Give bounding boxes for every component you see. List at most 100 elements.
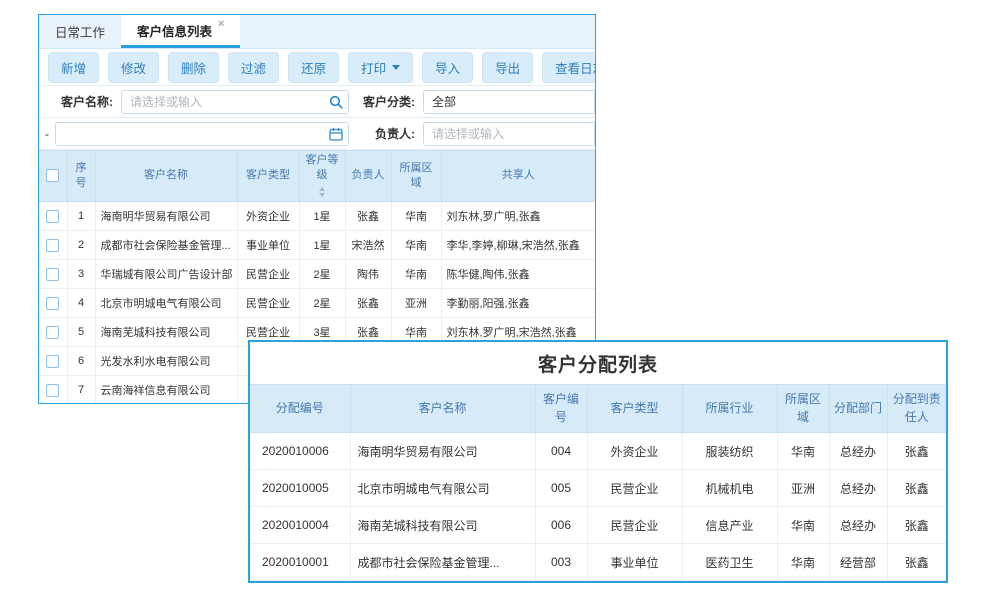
header-customer-name: 客户名称	[350, 385, 535, 433]
header-customer-type: 客户类型	[237, 151, 299, 202]
tab-daily-work[interactable]: 日常工作	[39, 15, 121, 48]
customer-table-row[interactable]: 2 成都市社会保险基金管理... 事业单位 1星 宋浩然 华南 李华,李婷,柳琳…	[39, 231, 595, 260]
tab-label: 客户信息列表	[137, 21, 212, 40]
customer-table-row[interactable]: 4 北京市明城电气有限公司 民营企业 2星 张鑫 亚洲 李勤丽,阳强,张鑫	[39, 289, 595, 318]
header-owner: 负责人	[345, 151, 391, 202]
owner-label: 负责人:	[349, 125, 415, 142]
tab-customer-info-list[interactable]: 客户信息列表 ×	[121, 15, 240, 48]
header-customer-no: 客户编号	[535, 385, 587, 433]
allocation-table-row[interactable]: 2020010004 海南芜城科技有限公司 006 民营企业 信息产业 华南 总…	[250, 507, 946, 544]
toolbar-button-import[interactable]: 导入	[422, 52, 473, 83]
cell-customer-name-link[interactable]: 海南芜城科技有限公司	[350, 507, 535, 544]
filter-row-1: 客户名称: 客户分类:	[39, 86, 595, 118]
owner-input[interactable]	[423, 122, 595, 146]
close-icon[interactable]: ×	[218, 19, 224, 30]
row-checkbox[interactable]	[46, 384, 59, 397]
cell-alloc-no-link[interactable]: 2020010004	[250, 507, 350, 544]
row-checkbox[interactable]	[46, 326, 59, 339]
cell-customer-no: 003	[535, 544, 587, 581]
cell-customer-name-link[interactable]: 云南海祥信息有限公司	[95, 376, 237, 404]
toolbar: 新增修改删除过滤还原打印导入导出查看日志	[39, 49, 595, 86]
customer-table-row[interactable]: 3 华瑞城有限公司广告设计部 民营企业 2星 陶伟 华南 陈华健,陶伟,张鑫	[39, 260, 595, 289]
date-input[interactable]	[55, 122, 349, 146]
toolbar-button-view-logs[interactable]: 查看日志	[542, 52, 596, 83]
allocation-panel: 客户分配列表 分配编号 客户名称 客户编号 客户类型 所属行业 所属区域 分配部…	[248, 340, 948, 583]
cell-dept: 总经办	[829, 433, 887, 470]
toolbar-button-export[interactable]: 导出	[482, 52, 533, 83]
cell-no: 1	[67, 202, 95, 231]
cell-customer-type: 外资企业	[237, 202, 299, 231]
cell-assignee-link[interactable]: 张鑫	[887, 433, 946, 470]
cell-customer-no: 004	[535, 433, 587, 470]
cell-shared: 陈华健,陶伟,张鑫	[441, 260, 595, 289]
cell-alloc-no-link[interactable]: 2020010006	[250, 433, 350, 470]
header-industry: 所属行业	[682, 385, 777, 433]
sort-icon[interactable]	[319, 187, 325, 197]
cell-customer-no: 005	[535, 470, 587, 507]
cell-owner-link[interactable]: 陶伟	[345, 260, 391, 289]
cell-industry: 服装纺织	[682, 433, 777, 470]
cell-customer-level: 1星	[299, 202, 345, 231]
cell-dept: 总经办	[829, 507, 887, 544]
tab-bar: 日常工作 客户信息列表 ×	[39, 15, 595, 49]
allocation-table-row[interactable]: 2020010006 海南明华贸易有限公司 004 外资企业 服装纺织 华南 总…	[250, 433, 946, 470]
cell-assignee-link[interactable]: 张鑫	[887, 470, 946, 507]
cell-region: 亚洲	[391, 289, 441, 318]
cell-customer-no: 006	[535, 507, 587, 544]
cell-customer-name-link[interactable]: 成都市社会保险基金管理...	[95, 231, 237, 260]
cell-assignee-link[interactable]: 张鑫	[887, 507, 946, 544]
select-all-checkbox[interactable]	[46, 169, 59, 182]
cell-region: 华南	[777, 433, 829, 470]
toolbar-button-restore[interactable]: 还原	[288, 52, 339, 83]
cell-assignee-link[interactable]: 张鑫	[887, 544, 946, 581]
cell-shared: 李华,李婷,柳琳,宋浩然,张鑫	[441, 231, 595, 260]
cell-customer-level: 2星	[299, 260, 345, 289]
cell-owner-link[interactable]: 宋浩然	[345, 231, 391, 260]
toolbar-button-print[interactable]: 打印	[348, 52, 413, 83]
header-customer-level[interactable]: 客户等级	[299, 151, 345, 202]
cell-customer-name-link[interactable]: 海南明华贸易有限公司	[350, 433, 535, 470]
row-checkbox[interactable]	[46, 268, 59, 281]
allocation-table: 分配编号 客户名称 客户编号 客户类型 所属行业 所属区域 分配部门 分配到责任…	[250, 384, 946, 581]
row-checkbox[interactable]	[46, 239, 59, 252]
cell-customer-name-link[interactable]: 北京市明城电气有限公司	[350, 470, 535, 507]
cell-customer-type: 民营企业	[587, 470, 682, 507]
filter-row-2: - 负责人:	[39, 118, 595, 150]
customer-category-label: 客户分类:	[349, 93, 415, 110]
cell-alloc-no-link[interactable]: 2020010001	[250, 544, 350, 581]
cell-customer-type: 民营企业	[237, 260, 299, 289]
cell-customer-name-link[interactable]: 海南明华贸易有限公司	[95, 202, 237, 231]
row-checkbox[interactable]	[46, 297, 59, 310]
header-alloc-no: 分配编号	[250, 385, 350, 433]
allocation-table-row[interactable]: 2020010005 北京市明城电气有限公司 005 民营企业 机械机电 亚洲 …	[250, 470, 946, 507]
cell-customer-name-link[interactable]: 成都市社会保险基金管理...	[350, 544, 535, 581]
customer-name-input[interactable]	[121, 90, 349, 114]
cell-region: 华南	[391, 202, 441, 231]
cell-alloc-no-link[interactable]: 2020010005	[250, 470, 350, 507]
toolbar-button-edit[interactable]: 修改	[108, 52, 159, 83]
search-icon[interactable]	[329, 95, 343, 109]
toolbar-button-delete[interactable]: 删除	[168, 52, 219, 83]
row-checkbox[interactable]	[46, 355, 59, 368]
cell-customer-name-link[interactable]: 华瑞城有限公司广告设计部	[95, 260, 237, 289]
toolbar-button-add[interactable]: 新增	[48, 52, 99, 83]
calendar-icon[interactable]	[329, 127, 343, 141]
header-customer-type: 客户类型	[587, 385, 682, 433]
cell-owner-link[interactable]: 张鑫	[345, 289, 391, 318]
toolbar-button-filter[interactable]: 过滤	[228, 52, 279, 83]
date-range-separator: -	[45, 127, 49, 141]
cell-customer-type: 外资企业	[587, 433, 682, 470]
cell-customer-type: 民营企业	[237, 289, 299, 318]
row-checkbox[interactable]	[46, 210, 59, 223]
cell-owner-link[interactable]: 张鑫	[345, 202, 391, 231]
cell-customer-type: 事业单位	[237, 231, 299, 260]
cell-customer-name-link[interactable]: 光发水利水电有限公司	[95, 347, 237, 376]
allocation-table-row[interactable]: 2020010001 成都市社会保险基金管理... 003 事业单位 医药卫生 …	[250, 544, 946, 581]
cell-customer-name-link[interactable]: 海南芜城科技有限公司	[95, 318, 237, 347]
customer-table-row[interactable]: 1 海南明华贸易有限公司 外资企业 1星 张鑫 华南 刘东林,罗广明,张鑫	[39, 202, 595, 231]
cell-region: 华南	[777, 507, 829, 544]
cell-customer-name-link[interactable]: 北京市明城电气有限公司	[95, 289, 237, 318]
cell-region: 华南	[391, 231, 441, 260]
cell-customer-type: 事业单位	[587, 544, 682, 581]
customer-category-select[interactable]	[423, 90, 595, 114]
